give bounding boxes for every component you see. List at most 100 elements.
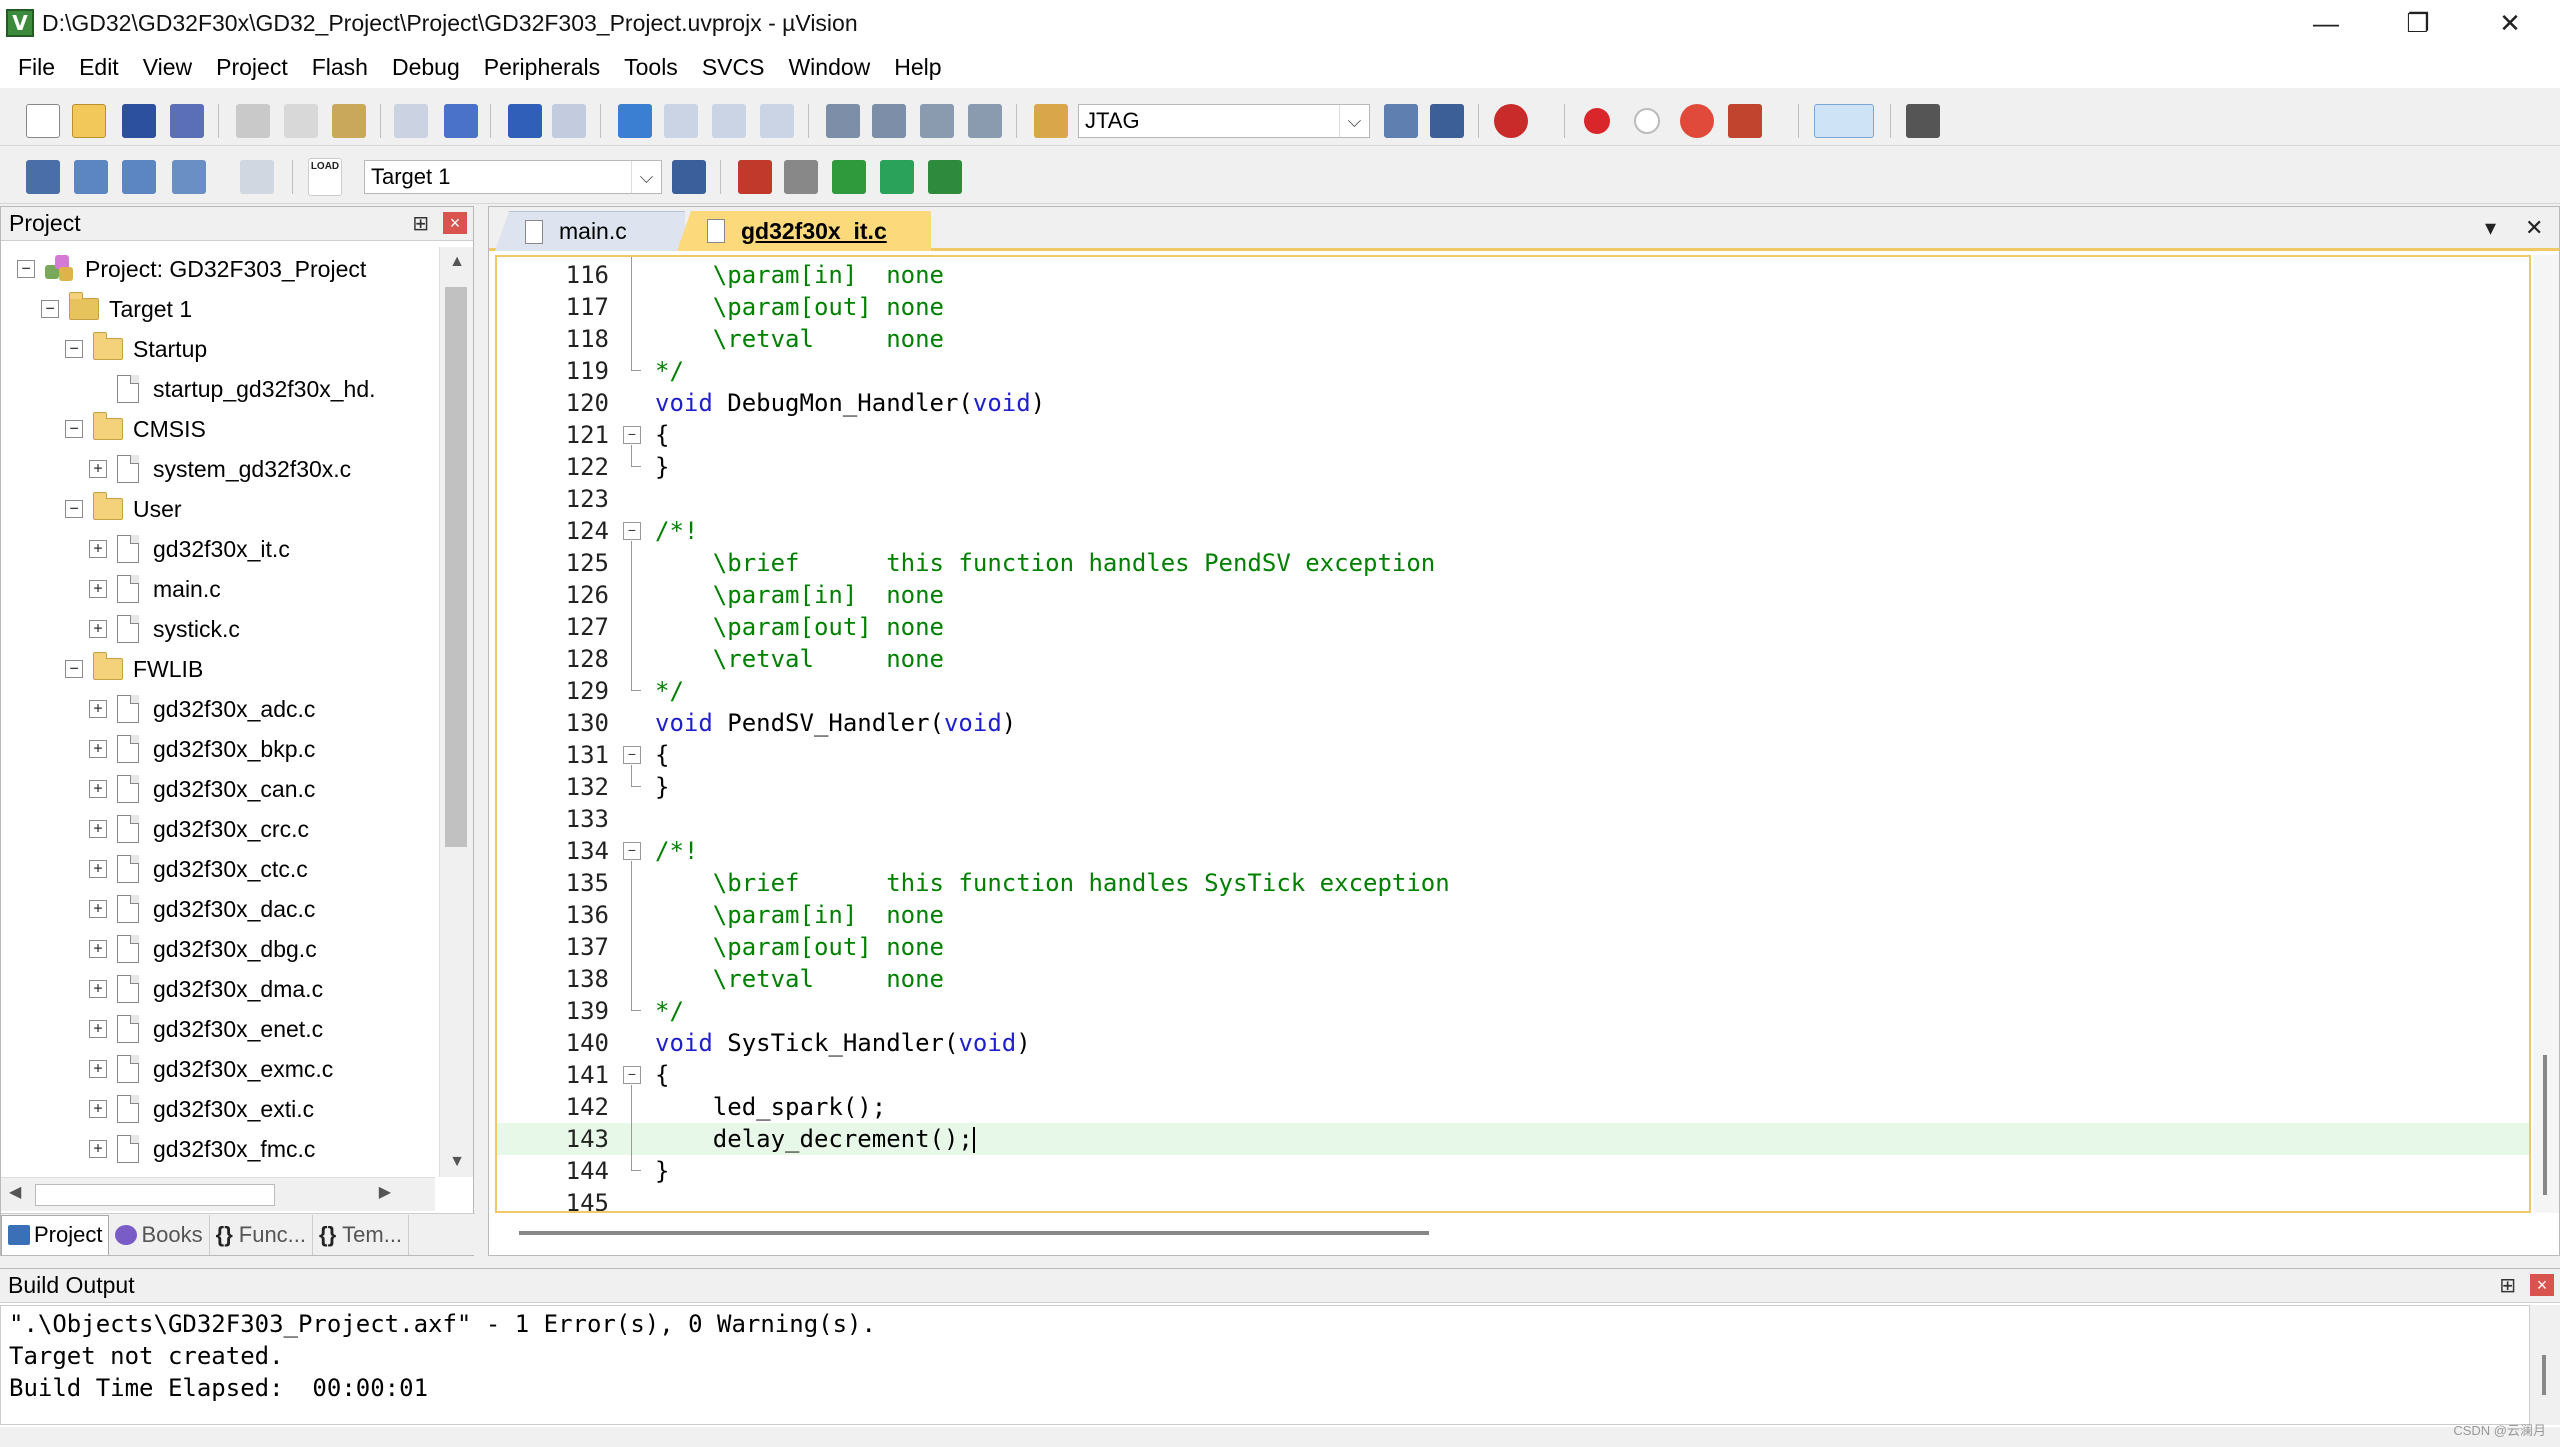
- new-file-icon[interactable]: [26, 104, 60, 138]
- cut-icon[interactable]: [236, 104, 270, 138]
- minimize-button[interactable]: —: [2280, 0, 2372, 46]
- navigate-back-icon[interactable]: [508, 104, 542, 138]
- project-tree-hscrollbar[interactable]: ◀ ▶: [1, 1177, 435, 1211]
- collapse-icon[interactable]: −: [17, 260, 35, 278]
- collapse-icon[interactable]: −: [65, 340, 83, 358]
- fold-collapse-icon[interactable]: −: [623, 426, 641, 444]
- bookmark-icon[interactable]: [618, 104, 652, 138]
- hscrollbar-thumb[interactable]: [35, 1184, 275, 1206]
- manage-project-items-icon[interactable]: [738, 160, 772, 194]
- close-panel-button[interactable]: ×: [2530, 1274, 2554, 1296]
- redo-icon[interactable]: [444, 104, 478, 138]
- copy-icon[interactable]: [284, 104, 318, 138]
- window-layout-icon[interactable]: [1814, 104, 1874, 138]
- collapse-icon[interactable]: −: [41, 300, 59, 318]
- translate-icon[interactable]: [26, 160, 60, 194]
- find-icon[interactable]: [1384, 104, 1418, 138]
- fold-collapse-icon[interactable]: −: [623, 746, 641, 764]
- manage-run-time-environment-icon[interactable]: [832, 160, 866, 194]
- scroll-left-icon[interactable]: ◀: [9, 1182, 21, 1202]
- expand-icon[interactable]: +: [89, 780, 107, 798]
- scroll-right-icon[interactable]: ▶: [379, 1182, 391, 1202]
- tree-item-file[interactable]: + gd32f30x_fmc.c: [89, 1129, 315, 1169]
- multi-project-icon[interactable]: [784, 160, 818, 194]
- save-all-icon[interactable]: [170, 104, 204, 138]
- collapse-icon[interactable]: −: [65, 420, 83, 438]
- tree-item-folder[interactable]: − FWLIB: [65, 649, 203, 689]
- menu-view[interactable]: View: [131, 46, 204, 88]
- expand-icon[interactable]: +: [89, 580, 107, 598]
- expand-icon[interactable]: +: [89, 1140, 107, 1158]
- tree-item-file[interactable]: + gd32f30x_exmc.c: [89, 1049, 333, 1089]
- download-load-icon[interactable]: LOAD: [308, 158, 342, 196]
- close-window-button[interactable]: ✕: [2464, 0, 2556, 46]
- project-tree-scrollbar[interactable]: ▲ ▼: [439, 247, 473, 1177]
- tree-item-file[interactable]: + gd32f30x_enet.c: [89, 1009, 323, 1049]
- uncomment-icon[interactable]: [968, 104, 1002, 138]
- menu-window[interactable]: Window: [776, 46, 882, 88]
- expand-icon[interactable]: +: [89, 620, 107, 638]
- build-icon[interactable]: [74, 160, 108, 194]
- tree-item-file[interactable]: + gd32f30x_dma.c: [89, 969, 323, 1009]
- tab-gd32f30x-it-c[interactable]: gd32f30x_it.c: [677, 211, 931, 251]
- editor-vscrollbar[interactable]: [2533, 255, 2559, 1213]
- expand-icon[interactable]: +: [89, 1100, 107, 1118]
- stop-build-icon[interactable]: [240, 160, 274, 194]
- tree-item-file[interactable]: + gd32f30x_crc.c: [89, 809, 309, 849]
- scrollbar-thumb[interactable]: [2543, 1055, 2547, 1195]
- prev-bookmark-icon[interactable]: [664, 104, 698, 138]
- scrollbar-thumb[interactable]: [445, 287, 467, 847]
- target-options-icon[interactable]: [672, 160, 706, 194]
- paste-icon[interactable]: [332, 104, 366, 138]
- tree-item-file[interactable]: + main.c: [89, 569, 221, 609]
- menu-peripherals[interactable]: Peripherals: [472, 46, 612, 88]
- comment-icon[interactable]: [920, 104, 954, 138]
- tab-list-dropdown-icon[interactable]: ▾: [2485, 215, 2496, 241]
- tab-project[interactable]: Project: [1, 1214, 110, 1255]
- tree-item-target[interactable]: − Target 1: [41, 289, 192, 329]
- tree-item-project[interactable]: − Project: GD32F303_Project: [17, 249, 366, 289]
- menu-project[interactable]: Project: [204, 46, 300, 88]
- select-software-packs-icon[interactable]: [880, 160, 914, 194]
- find-in-files-icon[interactable]: [1034, 104, 1068, 138]
- scroll-down-icon[interactable]: ▼: [440, 1147, 474, 1177]
- tree-item-file[interactable]: + gd32f30x_can.c: [89, 769, 315, 809]
- batch-build-icon[interactable]: [172, 160, 206, 194]
- menu-file[interactable]: File: [6, 46, 67, 88]
- insert-breakpoint-icon[interactable]: [1584, 108, 1610, 134]
- fold-collapse-icon[interactable]: −: [623, 842, 641, 860]
- fold-collapse-icon[interactable]: −: [623, 522, 641, 540]
- tree-item-file[interactable]: + system_gd32f30x.c: [89, 449, 351, 489]
- expand-icon[interactable]: +: [89, 1020, 107, 1038]
- tree-item-file[interactable]: + gd32f30x_dbg.c: [89, 929, 317, 969]
- tree-item-file[interactable]: + gd32f30x_dac.c: [89, 889, 315, 929]
- disable-breakpoints-icon[interactable]: [1680, 104, 1714, 138]
- tab-books[interactable]: Books: [109, 1214, 210, 1255]
- maximize-button[interactable]: ❐: [2372, 0, 2464, 46]
- pin-icon[interactable]: ⊞: [2499, 1273, 2516, 1298]
- open-file-icon[interactable]: [72, 104, 106, 138]
- pack-installer-icon[interactable]: [928, 160, 962, 194]
- expand-icon[interactable]: +: [89, 700, 107, 718]
- save-icon[interactable]: [122, 104, 156, 138]
- navigate-forward-icon[interactable]: [552, 104, 586, 138]
- fold-collapse-icon[interactable]: −: [623, 1066, 641, 1084]
- menu-edit[interactable]: Edit: [67, 46, 131, 88]
- start-debug-icon[interactable]: [1494, 104, 1528, 138]
- tab-templates[interactable]: {} Tem...: [313, 1214, 410, 1255]
- expand-icon[interactable]: +: [89, 860, 107, 878]
- build-output-vscrollbar[interactable]: [2530, 1305, 2560, 1425]
- expand-icon[interactable]: +: [89, 460, 107, 478]
- collapse-icon[interactable]: −: [65, 500, 83, 518]
- tree-item-file[interactable]: + gd32f30x_exti.c: [89, 1089, 314, 1129]
- build-output-text[interactable]: ".\Objects\GD32F303_Project.axf" - 1 Err…: [0, 1305, 2530, 1425]
- build-output-hscrollbar[interactable]: [0, 1427, 2560, 1447]
- menu-svcs[interactable]: SVCS: [690, 46, 777, 88]
- kill-breakpoints-icon[interactable]: [1728, 104, 1762, 138]
- expand-icon[interactable]: +: [89, 940, 107, 958]
- clear-bookmarks-icon[interactable]: [760, 104, 794, 138]
- tree-item-folder[interactable]: − Startup: [65, 329, 207, 369]
- scrollbar-thumb[interactable]: [2542, 1355, 2546, 1395]
- tree-item-file[interactable]: + gd32f30x_adc.c: [89, 689, 315, 729]
- tree-item-folder[interactable]: − User: [65, 489, 182, 529]
